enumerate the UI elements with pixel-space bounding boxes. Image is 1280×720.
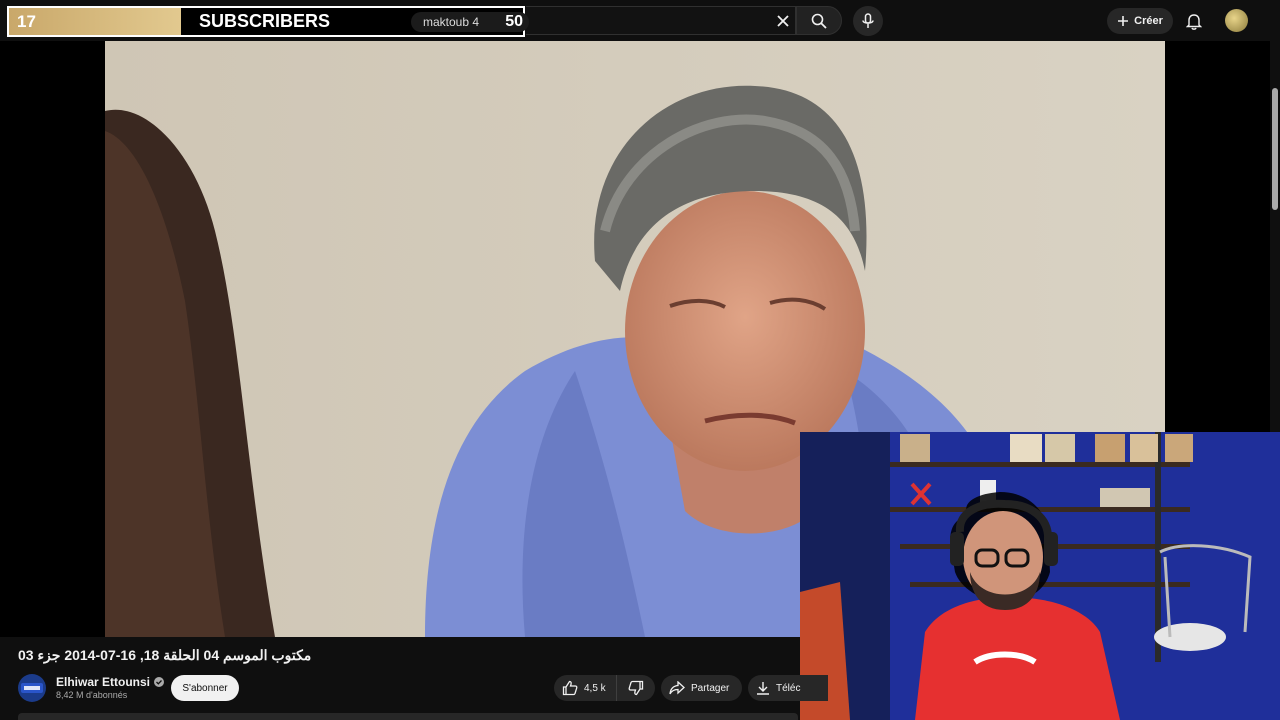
streamer-webcam-overlay	[800, 432, 1280, 720]
subscribe-label: S'abonner	[182, 682, 228, 694]
thumbs-down-icon	[628, 680, 643, 696]
download-button[interactable]: Téléc	[748, 675, 828, 701]
notifications-button[interactable]	[1182, 9, 1206, 33]
channel-logo-icon	[21, 683, 43, 693]
channel-avatar[interactable]	[18, 674, 46, 702]
thumbs-up-icon	[562, 680, 578, 696]
search-icon	[811, 13, 827, 29]
channel-name[interactable]: Elhiwar Ettounsi	[56, 675, 165, 689]
channel-name-text: Elhiwar Ettounsi	[56, 675, 151, 689]
create-button[interactable]: Créer	[1107, 8, 1173, 34]
search-input[interactable]	[526, 6, 796, 35]
subscriber-goal: 50	[505, 13, 523, 30]
subscribe-button[interactable]: S'abonner	[171, 675, 239, 701]
plus-icon	[1118, 16, 1129, 26]
close-icon	[777, 15, 789, 27]
channel-subscriber-count: 8,42 M d'abonnés	[56, 690, 128, 700]
scrollbar-thumb[interactable]	[1272, 88, 1278, 210]
subscriber-count: 17	[9, 8, 181, 35]
create-label: Créer	[1134, 15, 1163, 27]
share-icon	[669, 681, 685, 695]
download-icon	[757, 682, 769, 695]
top-bar: Créer 17 SUBSCRIBERS maktoub 4 50	[0, 0, 1280, 42]
share-label: Partager	[691, 682, 730, 694]
avatar[interactable]	[1225, 9, 1248, 32]
search-query-text: maktoub 4	[423, 15, 480, 29]
search-button[interactable]	[796, 6, 842, 35]
search-query-chip[interactable]: maktoub 4 50	[411, 12, 529, 32]
video-title: مكتوب الموسم 04 الحلقة 18, 16-07-2014 جز…	[18, 647, 312, 663]
check-circle-icon	[154, 677, 165, 687]
subscriber-goal-overlay: 17 SUBSCRIBERS maktoub 4 50	[7, 6, 529, 37]
mic-icon	[862, 13, 874, 28]
like-button[interactable]: 4,5 k	[554, 675, 617, 701]
webcam-scene-image	[800, 432, 1280, 720]
dislike-button[interactable]	[617, 675, 655, 701]
like-count: 4,5 k	[584, 682, 606, 694]
clear-search-button[interactable]	[770, 9, 796, 33]
subscriber-label: SUBSCRIBERS	[199, 11, 331, 31]
bell-icon	[1186, 13, 1202, 30]
voice-search-button[interactable]	[853, 6, 883, 36]
like-dislike-group: 4,5 k	[554, 675, 655, 701]
download-label: Téléc	[776, 682, 801, 694]
description-box-edge[interactable]	[18, 713, 798, 720]
share-button[interactable]: Partager	[661, 675, 742, 701]
